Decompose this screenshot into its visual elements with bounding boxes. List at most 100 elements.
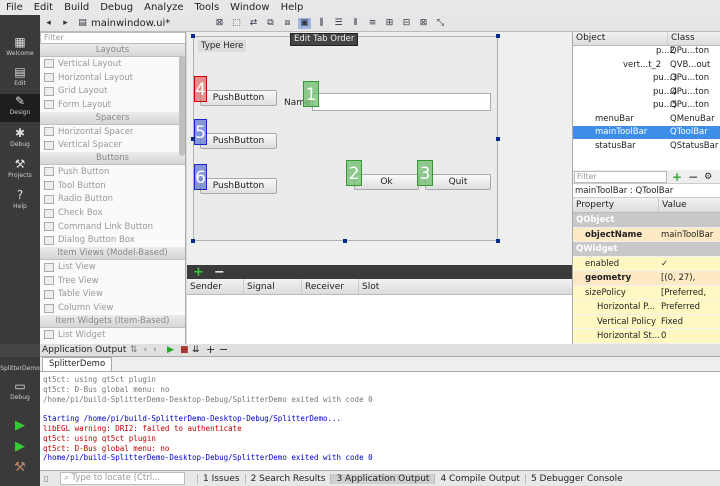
col-signal[interactable]: Signal	[244, 279, 302, 294]
col-property[interactable]: Property	[573, 198, 659, 212]
mode-edit[interactable]: ▤ Edit	[0, 65, 40, 91]
quit-button[interactable]: Quit	[425, 174, 491, 190]
mode-welcome[interactable]: ▦ Welcome	[0, 35, 40, 61]
widget-item[interactable]: Push Button	[40, 165, 185, 179]
add-connection-icon[interactable]: +	[193, 265, 204, 280]
build-hammer-icon[interactable]: ⚒	[0, 460, 40, 476]
menu-file[interactable]: File	[6, 2, 23, 13]
push-button-2[interactable]: PushButton	[200, 133, 277, 149]
break-layout-icon[interactable]: ⊠	[417, 18, 430, 29]
property-row[interactable]: sizePolicy[Preferred, F...	[573, 285, 720, 312]
widget-item[interactable]: Tree View	[40, 274, 185, 288]
widget-item[interactable]: Horizontal Spacer	[40, 125, 185, 139]
resize-handle[interactable]	[343, 239, 347, 243]
debug-run-icon[interactable]: ▶	[0, 439, 40, 455]
tab-order-marker-6[interactable]: 6	[194, 164, 207, 190]
tab-order-marker-5[interactable]: 5	[194, 119, 207, 145]
status-tab-app-output[interactable]: 3 Application Output	[330, 473, 435, 484]
tab-order-marker-2[interactable]: 2	[346, 160, 362, 186]
object-row[interactable]: pu...4 QPu...ton	[573, 86, 720, 99]
tab-order-marker-3[interactable]: 3	[417, 160, 433, 186]
widget-category[interactable]: Item Views (Model-Based)	[40, 247, 185, 261]
object-row[interactable]: mainToolBar QToolBar	[573, 126, 720, 139]
mode-help[interactable]: ? Help	[0, 188, 40, 214]
status-tab-issues[interactable]: 1 Issues	[197, 473, 245, 484]
sidebar-toggle-icon[interactable]: ▯	[44, 474, 56, 483]
form-layout-icon[interactable]: ⊟	[400, 18, 413, 29]
resize-handle[interactable]	[496, 34, 500, 38]
property-filter-input[interactable]: Filter	[574, 170, 667, 183]
object-row[interactable]: menuBar QMenuBar	[573, 113, 720, 126]
document-tab[interactable]: mainwindow.ui*	[91, 18, 211, 29]
status-tab-search[interactable]: 2 Search Results	[244, 473, 331, 484]
buddy-icon[interactable]: ⧉	[264, 18, 277, 29]
tab-order-marker-4[interactable]: 4	[194, 76, 207, 102]
status-tab-compile[interactable]: 4 Compile Output	[434, 473, 525, 484]
locator-input[interactable]: ⌕ Type to locate (Ctrl...	[60, 472, 185, 485]
push-button-1[interactable]: PushButton	[200, 90, 277, 106]
property-row[interactable]: QWidget	[573, 242, 720, 257]
mode-projects[interactable]: ⚒ Projects	[0, 157, 40, 183]
vsplit-icon[interactable]: ≡	[366, 18, 379, 29]
menu-debug[interactable]: Debug	[100, 2, 133, 13]
widget-item[interactable]: List View	[40, 260, 185, 274]
hlayout-icon[interactable]: ⫼	[315, 18, 328, 29]
widget-category[interactable]: Buttons	[40, 152, 185, 166]
add-property-icon[interactable]: +	[672, 170, 682, 184]
configure-icon[interactable]: ⚙	[704, 172, 712, 182]
resize-handle[interactable]	[191, 239, 195, 243]
widget-item[interactable]: Dialog Button Box	[40, 234, 185, 248]
rerun-icon[interactable]: ▶	[167, 344, 174, 357]
object-row[interactable]: pu...5 QPu...ton	[573, 99, 720, 112]
signal-slot-icon[interactable]: ⇄	[247, 18, 260, 29]
widget-item[interactable]: Command Link Button	[40, 220, 185, 234]
menu-window[interactable]: Window	[230, 2, 269, 13]
menu-type-here[interactable]: Type Here	[198, 40, 247, 52]
push-button-3[interactable]: PushButton	[200, 178, 277, 194]
mode-design[interactable]: ✎ Design	[0, 94, 40, 122]
widget-item[interactable]: Check Box	[40, 206, 185, 220]
widget-item[interactable]: Grid Layout	[40, 84, 185, 98]
kit-project-label[interactable]: SplitterDemo	[0, 365, 40, 377]
property-row[interactable]: objectName mainToolBar	[573, 227, 720, 242]
resize-handle[interactable]	[191, 34, 195, 38]
tab-order-icon[interactable]: ▣	[298, 17, 311, 29]
widget-category[interactable]: Layouts	[40, 44, 185, 57]
menu-help[interactable]: Help	[281, 2, 304, 13]
adjust-size-icon[interactable]: ⤡	[434, 18, 447, 29]
output-tab[interactable]: SplitterDemo	[42, 357, 113, 372]
widget-item[interactable]: Horizontal Layout	[40, 71, 185, 85]
stop-icon[interactable]: ■	[180, 344, 189, 357]
resize-handle[interactable]	[496, 239, 500, 243]
widget-item[interactable]: Form Layout	[40, 98, 185, 112]
widget-filter-input[interactable]: Filter	[40, 32, 185, 44]
col-slot[interactable]: Slot	[359, 279, 572, 294]
widget-box-scrollbar[interactable]	[179, 56, 185, 156]
col-value[interactable]: Value	[659, 198, 687, 212]
output-nav-icons[interactable]: ⇅‹›	[130, 344, 163, 357]
widget-item[interactable]: Column View	[40, 301, 185, 315]
property-row[interactable]: QObject	[573, 213, 720, 228]
object-row[interactable]: statusBar QStatusBar	[573, 140, 720, 153]
widget-edit-icon[interactable]: ⬚	[230, 18, 243, 29]
col-sender[interactable]: Sender	[187, 279, 244, 294]
object-row[interactable]: p...2 QPu...ton	[573, 45, 720, 58]
widget-category[interactable]: Item Widgets (Item-Based)	[40, 315, 185, 328]
widget-item[interactable]: Vertical Spacer	[40, 138, 185, 152]
grid-layout-icon[interactable]: ⊞	[383, 18, 396, 29]
name-line-edit[interactable]	[312, 93, 491, 111]
zoom-in-icon[interactable]: +	[206, 343, 215, 356]
zoom-out-icon[interactable]: −	[219, 343, 228, 356]
widget-item[interactable]: Table View	[40, 288, 185, 302]
status-tab-debugger[interactable]: 5 Debugger Console	[524, 473, 628, 484]
ok-button[interactable]: Ok	[354, 174, 419, 190]
hsplit-icon[interactable]: ⫴	[349, 18, 362, 29]
col-class[interactable]: Class	[668, 32, 695, 45]
tab-order-marker-1[interactable]: 1	[303, 81, 319, 107]
menu-tools[interactable]: Tools	[195, 2, 220, 13]
widget-item[interactable]: List Widget	[40, 328, 185, 342]
object-row[interactable]: pu...3 QPu...ton	[573, 72, 720, 85]
property-row[interactable]: geometry[(0, 27), 532...	[573, 271, 720, 298]
widget-item[interactable]: Tool Button	[40, 179, 185, 193]
attach-icon[interactable]: ⇊	[192, 344, 200, 357]
